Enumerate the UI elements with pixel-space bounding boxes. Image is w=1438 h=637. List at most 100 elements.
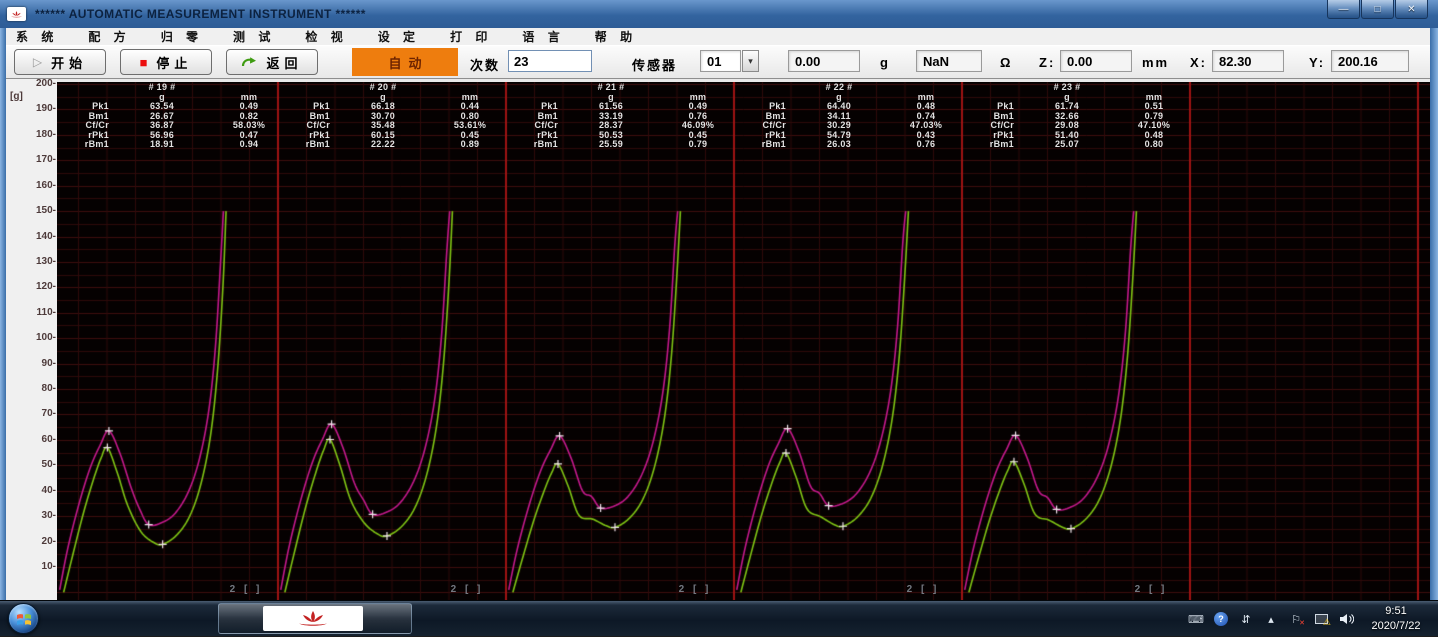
value-mm: 0.44 — [423, 102, 517, 111]
row-label: rBm1 — [508, 140, 558, 149]
row-label: Pk1 — [59, 102, 109, 111]
y-label: Y: — [1309, 55, 1325, 70]
value-g: 25.07 — [1020, 140, 1114, 149]
return-arrow-icon — [241, 56, 257, 68]
value-mm: 0.80 — [1107, 140, 1201, 149]
play-icon: ▷ — [33, 55, 42, 69]
clock-date: 2020/7/22 — [1359, 619, 1433, 634]
value-g: 28.37 — [564, 121, 658, 130]
y-axis-tick: 90- — [42, 358, 56, 369]
row-label: Cf/Cr — [964, 121, 1014, 130]
x-axis-partial-label: 2 [ ] — [203, 585, 289, 594]
auto-mode-indicator[interactable]: 自动 — [352, 48, 458, 76]
y-axis-tick: 150- — [36, 205, 56, 216]
z-unit-label: mm — [1142, 55, 1169, 70]
y-axis-tick: 30- — [42, 510, 56, 521]
sensor-dropdown-button[interactable]: ▾ — [742, 50, 759, 72]
close-button[interactable]: ✕ — [1395, 0, 1428, 19]
value-g: 22.22 — [336, 140, 430, 149]
sensor-select[interactable]: 01 — [700, 50, 741, 72]
row-label: Pk1 — [280, 102, 330, 111]
panel-header: # 22 # — [792, 83, 886, 92]
value-g: 26.03 — [792, 140, 886, 149]
panel-readout-19: # 19 #gmmPk163.540.49Bm126.670.82Cf/Cr36… — [57, 82, 278, 154]
action-center-icon[interactable]: ⚐✕ — [1288, 611, 1304, 627]
network-warning-icon[interactable]: ⚠ — [1313, 611, 1329, 627]
row-label: Cf/Cr — [736, 121, 786, 130]
app-logo-icon — [7, 7, 26, 21]
value-mm: 0.76 — [879, 140, 973, 149]
start-button[interactable]: ▷ 开始 — [14, 49, 106, 75]
help-icon[interactable]: ? — [1213, 611, 1229, 627]
value-mm: 47.10% — [1107, 121, 1201, 130]
y-axis-tick: 10- — [42, 561, 56, 572]
menu-language[interactable]: 语 言 — [516, 28, 570, 45]
value-g: 30.29 — [792, 121, 886, 130]
y-axis-tick: 100- — [36, 332, 56, 343]
window-left-border — [0, 28, 6, 636]
menu-inspect[interactable]: 检 视 — [299, 28, 353, 45]
y-axis-tick: 50- — [42, 459, 56, 470]
menu-system[interactable]: 系 统 — [10, 28, 64, 45]
row-label: rBm1 — [736, 140, 786, 149]
count-label: 次数 — [470, 55, 500, 74]
minimize-button[interactable]: — — [1327, 0, 1360, 19]
chart-region: [g] 200-190-180-170-160-150-140-130-120-… — [0, 79, 1438, 636]
menu-recipe[interactable]: 配 方 — [82, 28, 136, 45]
menu-zeroing[interactable]: 归 零 — [155, 28, 209, 45]
taskbar-app-button[interactable] — [218, 603, 412, 634]
menu-test[interactable]: 测 试 — [227, 28, 281, 45]
stop-icon: ■ — [140, 55, 148, 70]
resistance-field[interactable]: NaN — [916, 50, 982, 72]
value-mm: 0.49 — [651, 102, 745, 111]
value-mm: 0.79 — [651, 140, 745, 149]
window-right-border — [1430, 28, 1438, 636]
value-g: 35.48 — [336, 121, 430, 130]
x-label: X: — [1190, 55, 1207, 70]
system-tray: ⌨ ? ⇵ ▴ ⚐✕ ⚠ — [1188, 601, 1354, 637]
language-switcher-icon[interactable]: ⇵ — [1238, 611, 1254, 627]
x-axis-partial-label: 2 [ ] — [1108, 585, 1194, 594]
force-field[interactable]: 0.00 — [788, 50, 860, 72]
value-g: 64.40 — [792, 102, 886, 111]
start-menu-button[interactable] — [8, 603, 39, 634]
z-label: Z: — [1039, 55, 1055, 70]
y-axis-tick: 20- — [42, 536, 56, 547]
value-g: 29.08 — [1020, 121, 1114, 130]
lotus-icon — [295, 610, 331, 628]
x-field[interactable]: 82.30 — [1212, 50, 1284, 72]
y-axis-tick: 70- — [42, 408, 56, 419]
measurement-plot: # 19 #gmmPk163.540.49Bm126.670.82Cf/Cr36… — [57, 82, 1430, 636]
y-axis-tick: 200- — [36, 78, 56, 89]
app-icon-plate — [263, 606, 363, 631]
y-field[interactable]: 200.16 — [1331, 50, 1409, 72]
show-hidden-icons[interactable]: ▴ — [1263, 611, 1279, 627]
return-button[interactable]: 返回 — [226, 49, 318, 75]
x-axis-partial-label: 2 [ ] — [652, 585, 738, 594]
z-field[interactable]: 0.00 — [1060, 50, 1132, 72]
panel-readout-23: # 23 #gmmPk161.740.51Bm132.660.79Cf/Cr29… — [962, 82, 1190, 154]
stop-button[interactable]: ■ 停止 — [120, 49, 212, 75]
row-label: rBm1 — [280, 140, 330, 149]
resistance-unit-label: Ω — [1000, 55, 1012, 70]
stop-button-label: 停止 — [156, 53, 192, 72]
value-mm: 0.51 — [1107, 102, 1201, 111]
count-input[interactable] — [508, 50, 592, 72]
panel-header: # 23 # — [1020, 83, 1114, 92]
menu-help[interactable]: 帮 助 — [589, 28, 643, 45]
taskbar-clock[interactable]: 9:51 2020/7/22 — [1359, 604, 1433, 634]
value-mm: 47.03% — [879, 121, 973, 130]
menu-print[interactable]: 打 印 — [444, 28, 498, 45]
row-label: Pk1 — [736, 102, 786, 111]
menu-settings[interactable]: 设 定 — [372, 28, 426, 45]
value-mm: 0.89 — [423, 140, 517, 149]
maximize-button[interactable]: □ — [1361, 0, 1394, 19]
windows-flag-icon — [16, 612, 32, 626]
volume-icon[interactable] — [1338, 611, 1354, 627]
y-axis-tick: 40- — [42, 485, 56, 496]
start-button-label: 开始 — [51, 53, 87, 72]
keyboard-icon[interactable]: ⌨ — [1188, 611, 1204, 627]
y-axis-tick: 110- — [37, 307, 56, 318]
row-label: Pk1 — [508, 102, 558, 111]
row-label: Cf/Cr — [59, 121, 109, 130]
